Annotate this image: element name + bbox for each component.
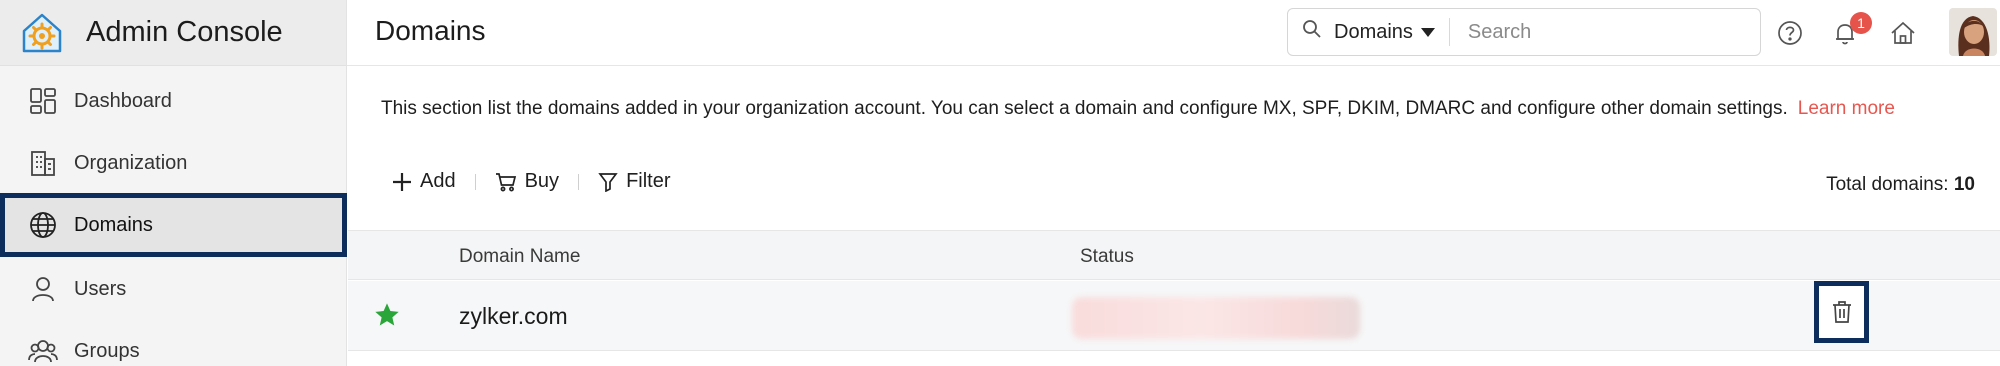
- cart-icon: [495, 172, 517, 192]
- search-box: Domains: [1287, 8, 1761, 56]
- group-icon: [28, 336, 58, 366]
- table-row[interactable]: zylker.com: [348, 281, 2000, 351]
- domain-name[interactable]: zylker.com: [459, 303, 568, 330]
- total-domains: Total domains: 10: [1826, 174, 1975, 196]
- status-redacted: [1072, 297, 1360, 339]
- learn-more-link[interactable]: Learn more: [1798, 98, 1895, 119]
- domain-toolbar: Add Buy Filter: [392, 170, 671, 193]
- buy-button[interactable]: Buy: [495, 170, 559, 193]
- sidebar-item-users[interactable]: Users: [0, 258, 347, 320]
- column-header-domain-name[interactable]: Domain Name: [459, 246, 580, 268]
- total-domains-count: 10: [1953, 174, 1975, 195]
- search-scope-dropdown[interactable]: Domains: [1288, 18, 1450, 46]
- sidebar-item-dashboard[interactable]: Dashboard: [0, 70, 347, 132]
- sidebar-item-label: Dashboard: [74, 89, 172, 112]
- dashboard-icon: [28, 86, 58, 116]
- sidebar-item-label: Domains: [74, 213, 153, 236]
- globe-icon: [28, 210, 58, 240]
- notification-badge: 1: [1850, 12, 1872, 34]
- column-header-status[interactable]: Status: [1080, 246, 1134, 268]
- search-scope-label: Domains: [1334, 20, 1413, 43]
- toolbar-divider: [578, 173, 580, 190]
- sidebar-item-label: Groups: [74, 339, 140, 362]
- total-domains-label: Total domains:: [1826, 174, 1949, 195]
- search-input[interactable]: [1467, 17, 1760, 47]
- buy-label: Buy: [524, 170, 560, 192]
- description-text: This section list the domains added in y…: [381, 98, 1788, 119]
- app-title: Admin Console: [86, 16, 283, 48]
- add-button[interactable]: Add: [392, 170, 456, 193]
- avatar[interactable]: [1949, 8, 1997, 56]
- primary-star-icon: [375, 303, 399, 326]
- top-header: Domains Domains: [347, 0, 2000, 66]
- help-icon[interactable]: [1775, 18, 1805, 48]
- home-icon[interactable]: [1888, 18, 1918, 48]
- filter-label: Filter: [626, 170, 671, 192]
- building-icon: [28, 148, 58, 178]
- brand-header: Admin Console: [0, 0, 346, 66]
- add-label: Add: [420, 170, 456, 192]
- delete-button[interactable]: [1814, 281, 1869, 343]
- caret-down-icon: [1420, 27, 1435, 37]
- sidebar-item-label: Organization: [74, 151, 188, 174]
- toolbar-divider: [474, 173, 476, 190]
- section-description: This section list the domains added in y…: [381, 98, 1895, 120]
- search-icon: [1302, 19, 1322, 45]
- sidebar: Admin Console Dashboard Organization Dom…: [0, 0, 347, 366]
- filter-icon: [598, 172, 618, 192]
- admin-console-logo-icon: [22, 13, 62, 52]
- trash-icon: [1832, 301, 1851, 323]
- table-header: Domain Name Status: [348, 230, 2000, 280]
- sidebar-item-organization[interactable]: Organization: [0, 132, 347, 194]
- sidebar-item-domains[interactable]: Domains: [0, 193, 347, 257]
- sidebar-item-groups[interactable]: Groups: [0, 320, 347, 366]
- filter-button[interactable]: Filter: [598, 170, 671, 193]
- page-title: Domains: [375, 15, 486, 46]
- user-icon: [28, 274, 58, 304]
- sidebar-item-label: Users: [74, 277, 127, 300]
- plus-icon: [392, 172, 412, 192]
